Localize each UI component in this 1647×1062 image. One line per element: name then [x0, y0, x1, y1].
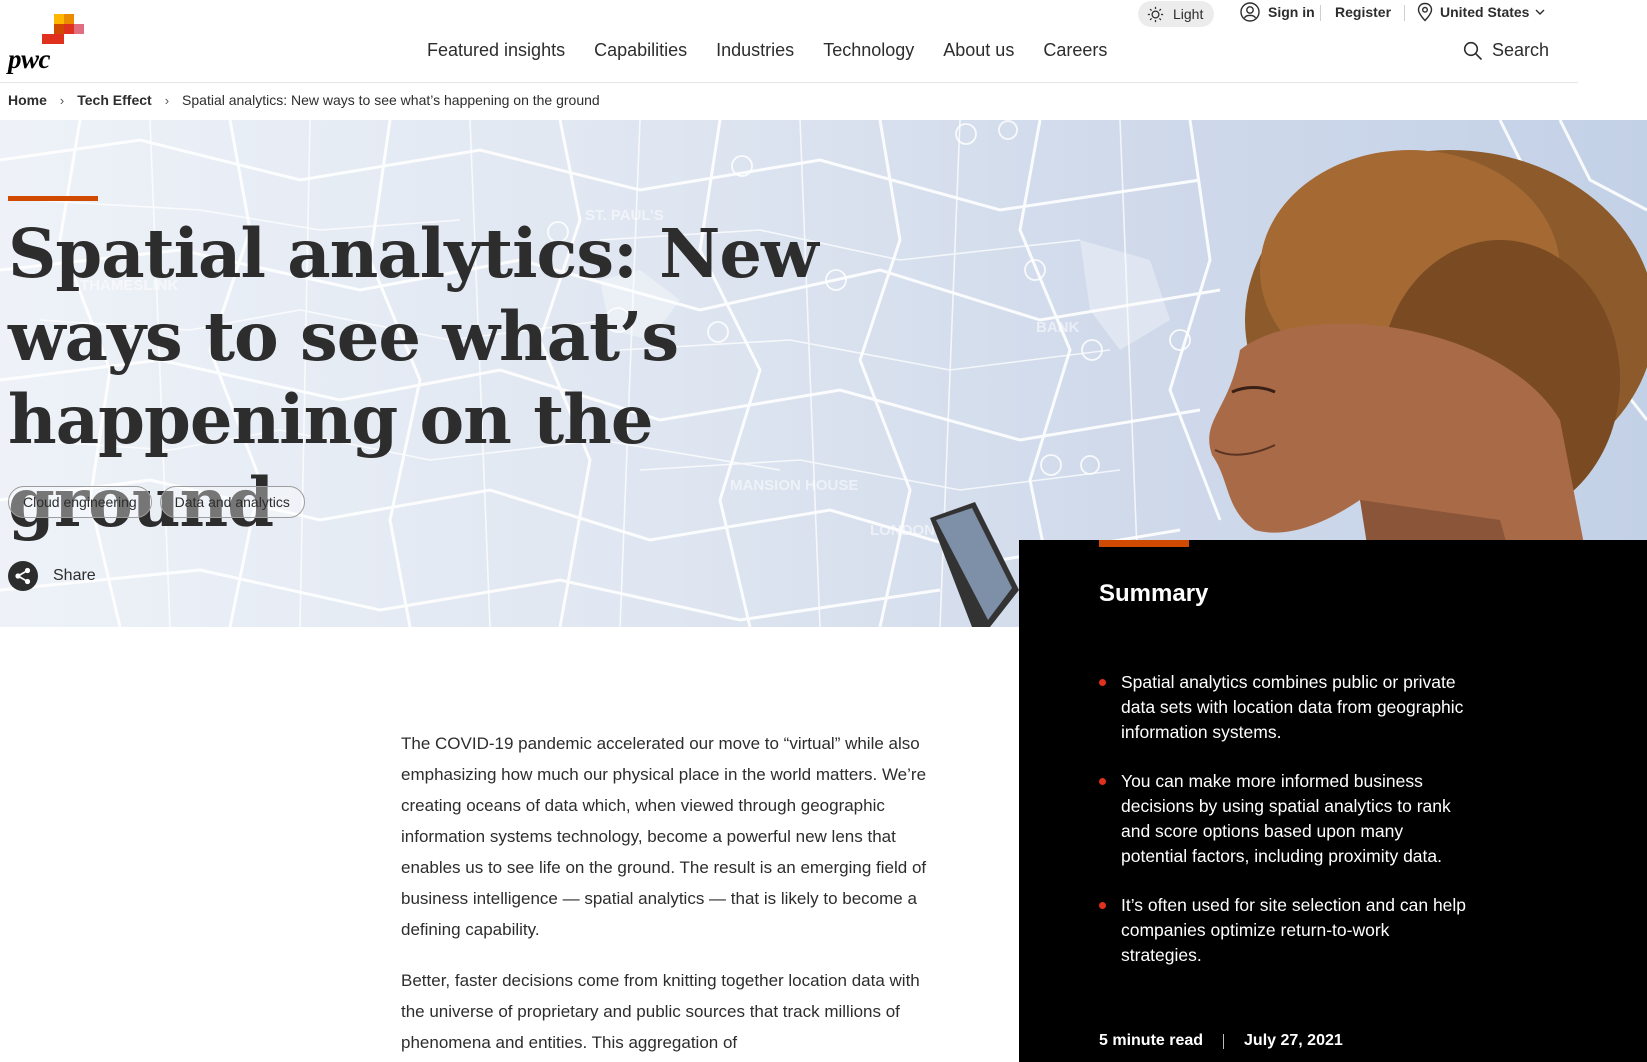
share-button[interactable]: Share [8, 561, 96, 591]
read-time: 5 minute read [1099, 1032, 1204, 1049]
search-icon [1463, 41, 1483, 60]
bullet-dot-icon [1099, 679, 1106, 686]
summary-bullet: You can make more informed business deci… [1099, 769, 1469, 869]
sign-in-link[interactable]: Sign in [1240, 2, 1315, 22]
tag-data-and-analytics[interactable]: Data and analytics [159, 486, 305, 518]
country-selector[interactable]: United States [1416, 2, 1545, 22]
article-paragraph: The COVID-19 pandemic accelerated our mo… [401, 734, 927, 939]
title-line: Spatial analytics: New [8, 214, 819, 293]
nav-technology[interactable]: Technology [823, 40, 914, 61]
main-nav: Featured insights Capabilities Industrie… [427, 40, 1136, 61]
register-link[interactable]: Register [1335, 4, 1391, 20]
summary-bullet-text: It’s often used for site selection and c… [1121, 895, 1467, 965]
chevron-down-icon [1535, 9, 1545, 15]
svg-text:BANK: BANK [1036, 319, 1079, 336]
chevron-right-icon: › [164, 92, 170, 108]
summary-heading: Summary [1099, 580, 1209, 607]
nav-featured-insights[interactable]: Featured insights [427, 40, 565, 61]
utility-divider [1320, 5, 1321, 21]
bullet-dot-icon [1099, 902, 1106, 909]
summary-list: Spatial analytics combines public or pri… [1099, 670, 1469, 992]
summary-bullet: It’s often used for site selection and c… [1099, 893, 1469, 968]
pwc-logo[interactable]: pwc [8, 14, 84, 74]
search-button[interactable]: Search [1463, 40, 1549, 61]
summary-bullet-text: Spatial analytics combines public or pri… [1121, 672, 1464, 742]
nav-about-us[interactable]: About us [943, 40, 1014, 61]
share-icon [8, 561, 38, 591]
breadcrumb-home[interactable]: Home [8, 92, 47, 108]
sign-in-label: Sign in [1268, 4, 1315, 20]
summary-bullet-text: You can make more informed business deci… [1121, 771, 1451, 866]
summary-accent-bar [1099, 540, 1189, 547]
sun-icon [1147, 6, 1164, 22]
logo-wordmark: pwc [8, 44, 51, 74]
nav-capabilities[interactable]: Capabilities [594, 40, 687, 61]
utility-divider [1404, 5, 1405, 21]
chevron-right-icon: › [59, 92, 65, 108]
phone-illustration [930, 502, 1019, 627]
topic-tags: Cloud engineering Data and analytics [8, 486, 313, 518]
breadcrumb: Home › Tech Effect › Spatial analytics: … [8, 92, 600, 108]
publish-date: July 27, 2021 [1244, 1032, 1343, 1049]
summary-panel: Summary Spatial analytics combines publi… [1019, 540, 1647, 1062]
search-label: Search [1492, 40, 1550, 60]
article-body: The COVID-19 pandemic accelerated our mo… [401, 728, 931, 1062]
summary-bullet: Spatial analytics combines public or pri… [1099, 670, 1469, 745]
title-accent-bar [8, 196, 98, 201]
meta-divider [1223, 1033, 1225, 1049]
country-label: United States [1440, 4, 1530, 20]
breadcrumb-tech-effect[interactable]: Tech Effect [77, 92, 151, 108]
svg-text:LONDON: LONDON [870, 522, 935, 539]
tag-cloud-engineering[interactable]: Cloud engineering [8, 486, 152, 518]
breadcrumb-current: Spatial analytics: New ways to see what’… [182, 92, 600, 108]
theme-label: Light [1173, 6, 1204, 22]
title-line: ways to see what’s [8, 297, 679, 376]
nav-industries[interactable]: Industries [716, 40, 794, 61]
nav-careers[interactable]: Careers [1043, 40, 1107, 61]
bullet-dot-icon [1099, 778, 1106, 785]
location-pin-icon [1417, 2, 1433, 22]
site-header: pwc Light Sign in Register United States… [0, 0, 1578, 83]
theme-toggle[interactable]: Light [1138, 1, 1214, 27]
article-meta: 5 minute read July 27, 2021 [1099, 1032, 1343, 1050]
user-icon [1240, 2, 1260, 22]
share-label: Share [53, 567, 96, 584]
article-paragraph: Better, faster decisions come from knitt… [401, 971, 920, 1052]
